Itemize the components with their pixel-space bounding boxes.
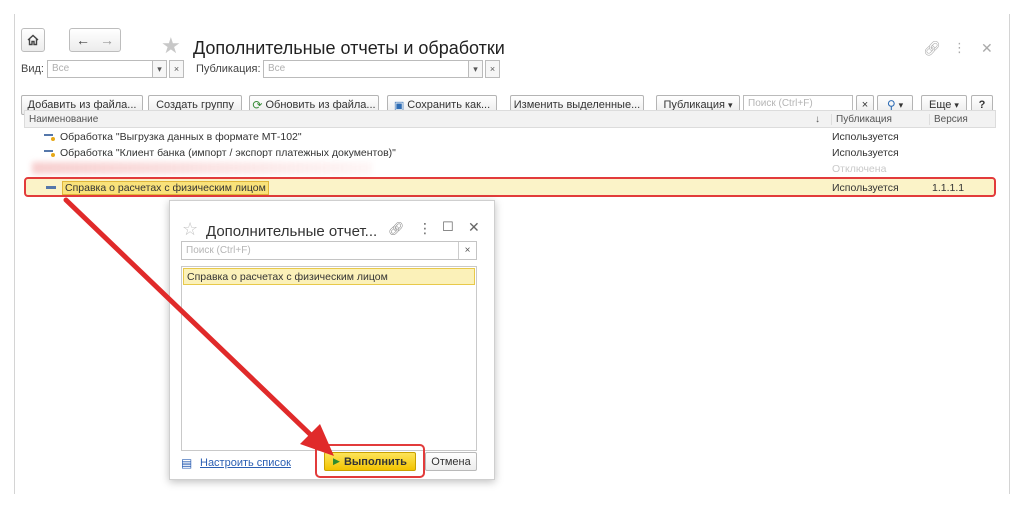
chevron-down-icon[interactable]: ▾ (152, 60, 167, 78)
report-icon (46, 186, 56, 189)
column-publication[interactable]: Публикация (831, 114, 892, 125)
cancel-button[interactable]: Отмена (425, 452, 477, 471)
processing-icon (44, 150, 55, 157)
clear-icon[interactable]: × (169, 60, 184, 78)
table-row-selected[interactable]: Справка о расчетах с физическим лицом Ис… (24, 177, 996, 197)
table-row[interactable]: Обработка "Клиент банка (импорт / экспор… (24, 145, 996, 162)
view-combo[interactable]: Все (47, 60, 153, 78)
configure-list-link[interactable]: Настроить список (200, 457, 291, 469)
row-publication: Используется (832, 131, 899, 143)
link-icon[interactable]: 🔗︎ (388, 221, 405, 237)
clear-icon[interactable]: × (485, 60, 500, 78)
chevron-down-icon[interactable]: ▾ (468, 60, 483, 78)
favorite-star-icon[interactable]: ★ (161, 33, 181, 59)
execute-label: Выполнить (343, 455, 407, 468)
report-select-dialog: ☆ Дополнительные отчет... 🔗︎ ⋮ ☐ ✕ Поиск… (169, 200, 495, 480)
home-button[interactable] (21, 28, 45, 52)
close-icon[interactable]: ✕ (981, 40, 993, 57)
row-name: Обработка "Клиент банка (импорт / экспор… (60, 147, 396, 159)
table-row[interactable]: Обработка "Выгрузка данных в формате МТ-… (24, 129, 996, 146)
dialog-list: Справка о расчетах с физическим лицом (181, 266, 477, 451)
sort-down-icon[interactable]: ↓ (815, 114, 820, 125)
more-menu-icon[interactable]: ⋮ (953, 40, 966, 56)
more-menu-icon[interactable]: ⋮ (418, 220, 432, 237)
chevron-down-icon: ▾ (727, 99, 733, 110)
nav-back-forward: ← → (69, 28, 121, 52)
page-title: Дополнительные отчеты и обработки (193, 38, 505, 58)
back-arrow-icon[interactable]: ← (76, 32, 90, 48)
table-row[interactable]: Отключена (24, 161, 996, 178)
view-label: Вид: (21, 63, 44, 75)
table-header: Наименование ↓ Публикация Версия (24, 110, 996, 128)
chevron-down-icon: ▾ (898, 99, 904, 110)
forward-arrow-icon[interactable]: → (100, 32, 114, 48)
row-name: Справка о расчетах с физическим лицом (62, 181, 269, 195)
processing-icon (44, 134, 55, 141)
row-publication: Используется (832, 147, 899, 159)
link-icon[interactable]: 🔗︎ (923, 40, 941, 57)
clear-icon[interactable]: × (458, 242, 476, 259)
home-icon (27, 34, 39, 46)
dialog-search-placeholder: Поиск (Ctrl+F) (186, 245, 251, 256)
column-version[interactable]: Версия (929, 114, 968, 125)
row-publication: Используется (832, 182, 899, 194)
close-icon[interactable]: ✕ (468, 219, 480, 236)
row-publication: Отключена (832, 163, 887, 175)
chevron-down-icon: ▾ (954, 99, 959, 110)
configure-list-icon: ▤ (181, 456, 193, 470)
column-name[interactable]: Наименование (29, 114, 98, 125)
execute-button[interactable]: ▶ Выполнить (324, 452, 416, 471)
maximize-icon[interactable]: ☐ (442, 219, 454, 235)
favorite-star-icon[interactable]: ☆ (182, 219, 198, 240)
row-version: 1.1.1.1 (932, 182, 965, 194)
list-item[interactable]: Справка о расчетах с физическим лицом (183, 268, 475, 285)
play-icon: ▶ (333, 456, 340, 466)
dialog-search-input[interactable]: Поиск (Ctrl+F) × (181, 241, 477, 260)
dialog-title: Дополнительные отчет... (206, 223, 378, 240)
row-name: Обработка "Выгрузка данных в формате МТ-… (60, 131, 302, 143)
main-window: ← → ★ Дополнительные отчеты и обработки … (14, 14, 1010, 494)
publication-combo[interactable]: Все (263, 60, 469, 78)
publication-label: Публикация: (196, 63, 261, 75)
